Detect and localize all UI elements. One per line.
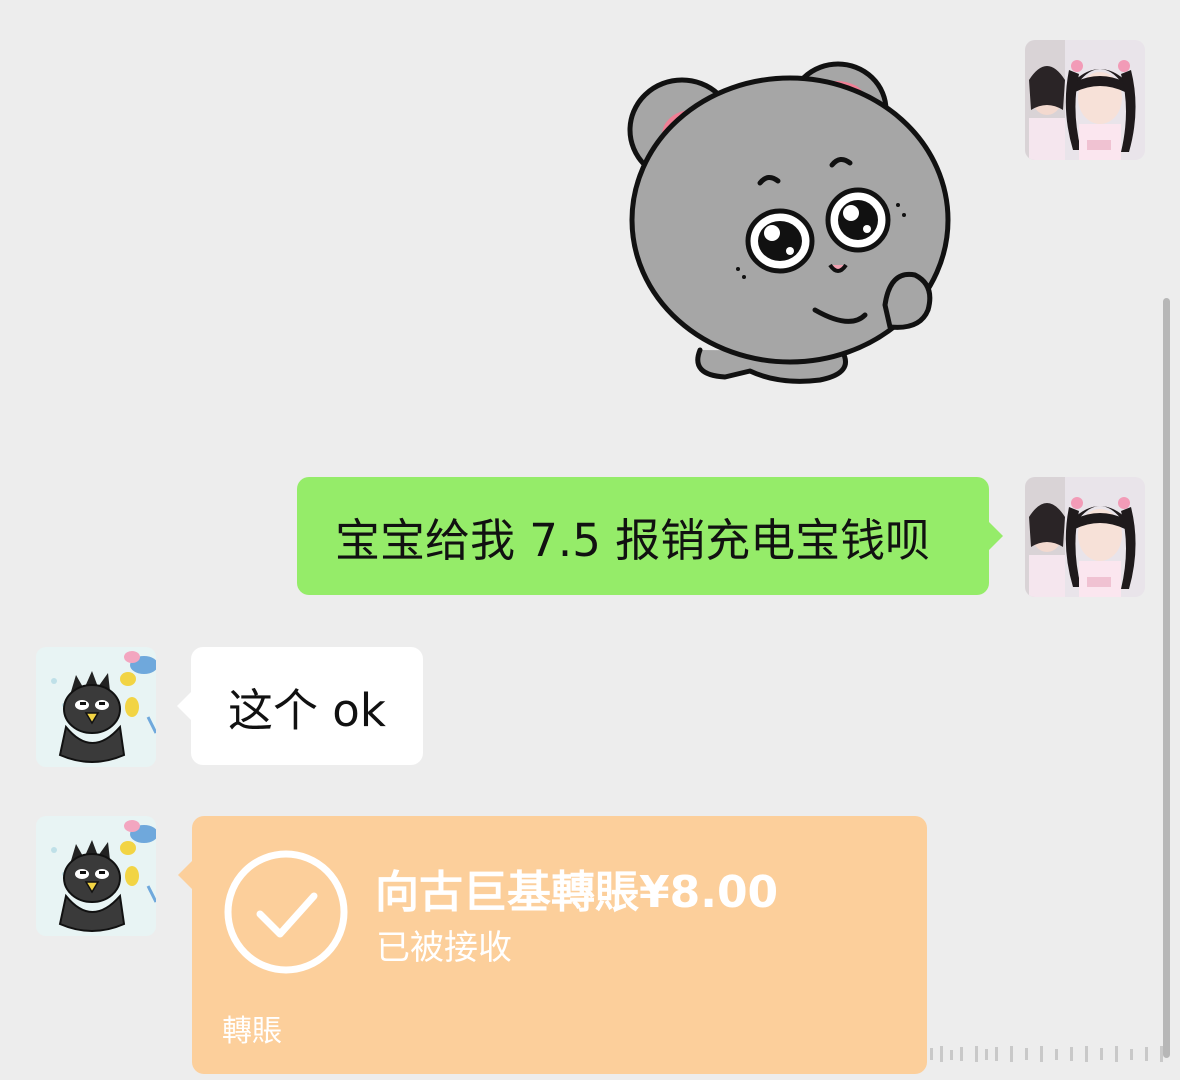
watermark bbox=[930, 1044, 1170, 1064]
check-circle-icon bbox=[222, 848, 350, 976]
contact-avatar[interactable] bbox=[36, 816, 156, 936]
transfer-status: 已被接收 bbox=[376, 928, 512, 968]
transfer-card[interactable]: 向古巨基轉賬¥8.00 已被接收 轉賬 bbox=[178, 816, 927, 1074]
scrollbar[interactable] bbox=[1163, 298, 1170, 1058]
self-avatar[interactable] bbox=[1025, 477, 1145, 597]
chat-area[interactable]: 宝宝给我 7.5 报销充电宝钱呗 这个 ok 向古巨基轉賬¥8.00 已被接收 … bbox=[0, 0, 1180, 1080]
sent-message-bubble[interactable]: 宝宝给我 7.5 报销充电宝钱呗 bbox=[297, 477, 1003, 595]
contact-avatar[interactable] bbox=[36, 647, 156, 767]
received-message-text: 这个 ok bbox=[228, 683, 386, 737]
received-message-bubble[interactable]: 这个 ok bbox=[177, 647, 423, 765]
self-avatar[interactable] bbox=[1025, 40, 1145, 160]
sent-message-text: 宝宝给我 7.5 报销充电宝钱呗 bbox=[335, 513, 931, 567]
mouse-sticker[interactable] bbox=[620, 55, 960, 395]
transfer-title: 向古巨基轉賬¥8.00 bbox=[375, 867, 779, 918]
transfer-footer-label: 轉賬 bbox=[222, 1014, 282, 1049]
